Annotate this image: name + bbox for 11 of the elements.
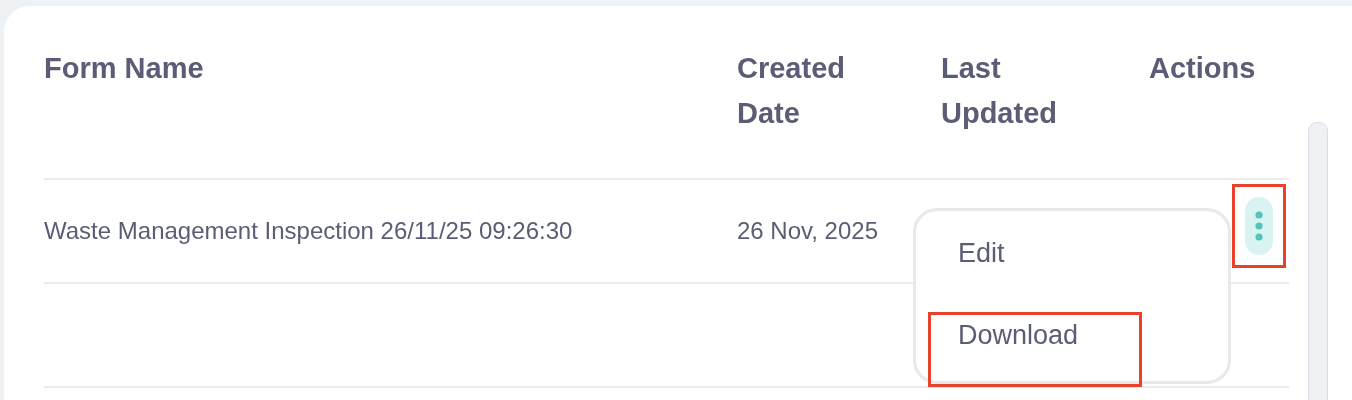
column-header: Form Name	[44, 51, 204, 86]
scrollbar[interactable]	[1308, 122, 1328, 400]
column-header: Created Date	[737, 51, 846, 131]
table-cell: 26 Nov, 2025	[737, 217, 878, 245]
menu-item[interactable]: Download	[928, 312, 1142, 387]
table-cell: Waste Management Inspection 26/11/25 09:26:30	[44, 217, 573, 245]
column-header: Last Updated	[941, 51, 1058, 131]
column-header: Actions	[1149, 51, 1257, 86]
more-button[interactable]	[1245, 197, 1273, 255]
more-icon	[1255, 211, 1263, 241]
menu-item[interactable]: Edit	[928, 230, 1142, 305]
